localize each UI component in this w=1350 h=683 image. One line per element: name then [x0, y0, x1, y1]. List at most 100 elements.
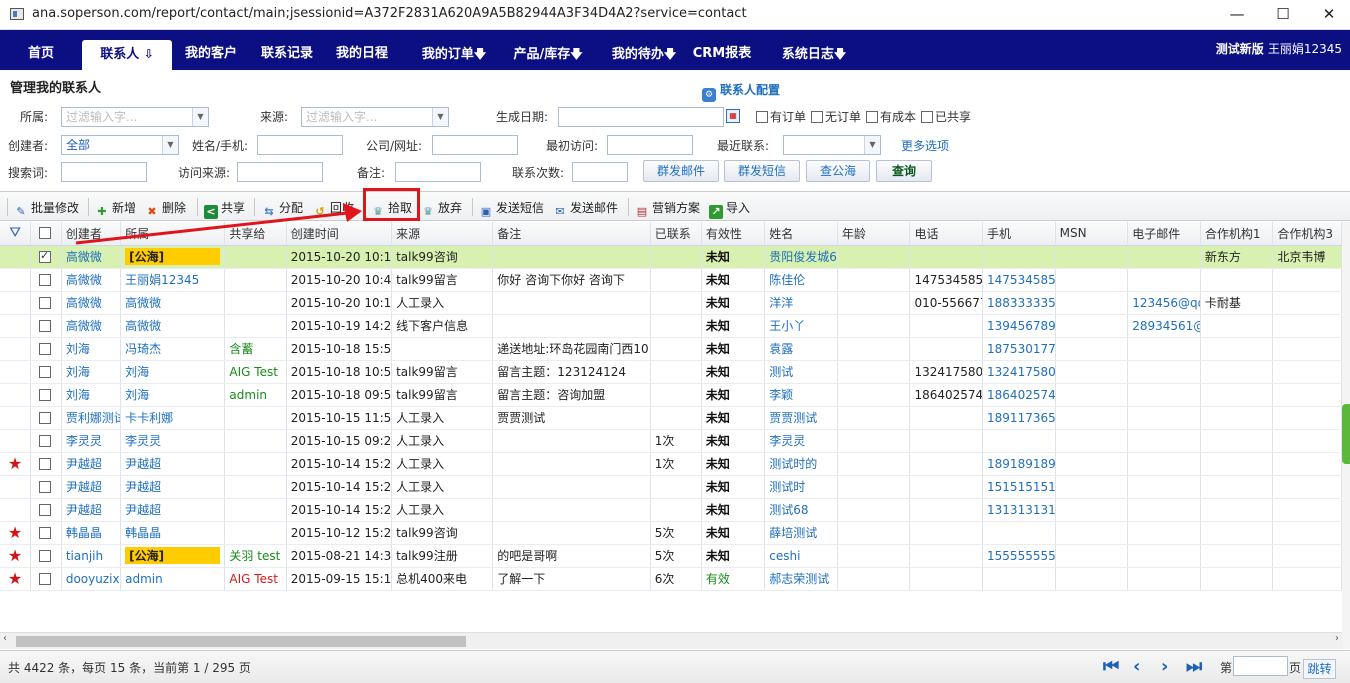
nav-products[interactable]: 产品/库存🡇: [506, 40, 590, 70]
cell-mobile[interactable]: [982, 567, 1056, 591]
col-shared-to[interactable]: 共享给: [224, 222, 287, 246]
cell-email[interactable]: [1127, 429, 1201, 453]
cell-belong[interactable]: admin: [120, 567, 226, 591]
checkbox[interactable]: [39, 227, 51, 240]
scroll-left-icon[interactable]: ‹: [3, 633, 7, 644]
close-window-button[interactable]: ✕: [1314, 4, 1344, 24]
cell-name[interactable]: ceshi: [764, 544, 838, 568]
cell-mobile[interactable]: [982, 245, 1056, 269]
cell-creator[interactable]: 高微微: [61, 268, 122, 292]
col-validity[interactable]: 有效性: [701, 222, 766, 246]
checkbox[interactable]: [39, 572, 51, 585]
row-checkbox[interactable]: [30, 268, 62, 292]
row-checkbox[interactable]: [30, 337, 62, 361]
col-contacted[interactable]: 已联系: [650, 222, 702, 246]
cell-name[interactable]: 贵阳俊发城6: [764, 245, 838, 269]
cell-email[interactable]: [1127, 268, 1201, 292]
cell-name[interactable]: 洋洋: [764, 291, 838, 315]
checkbox[interactable]: [39, 342, 51, 355]
cell-mobile[interactable]: 15151515151: [982, 475, 1056, 499]
minimize-button[interactable]: —: [1222, 4, 1252, 24]
cell-name[interactable]: 郝志荣测试: [764, 567, 838, 591]
more-options-link[interactable]: 更多选项: [901, 137, 949, 154]
nav-my-customers[interactable]: 我的客户: [178, 40, 244, 70]
table-row[interactable]: 高微微[公海] 2015-10-20 10:15talk99咨询 未知贵阳俊发城6 新…: [0, 245, 1342, 269]
col-belong[interactable]: 所属: [120, 222, 226, 246]
cell-mobile[interactable]: [982, 521, 1056, 545]
cell-name[interactable]: 陈佳伦: [764, 268, 838, 292]
remark-input[interactable]: [395, 162, 481, 182]
cell-name[interactable]: 测试时: [764, 475, 838, 499]
select-all-checkbox[interactable]: [30, 222, 62, 246]
table-row[interactable]: ★ tianjih [公海] 关羽 test 2015-08-21 14:36 talk9…: [0, 544, 1342, 568]
cell-mobile[interactable]: 18833333555: [982, 291, 1056, 315]
horizontal-scrollbar[interactable]: ‹ ›: [0, 632, 1342, 649]
row-checkbox[interactable]: [30, 452, 62, 476]
row-checkbox[interactable]: [30, 245, 62, 269]
cell-belong[interactable]: 高微微: [120, 314, 226, 338]
calendar-icon[interactable]: ▦: [726, 109, 740, 123]
belong-filter[interactable]: 过滤输入字... ▼: [61, 107, 209, 127]
mass-sms-button[interactable]: 群发短信: [724, 160, 800, 182]
chevron-down-icon[interactable]: ▼: [192, 108, 208, 126]
cell-creator[interactable]: 刘海: [61, 383, 122, 407]
col-source[interactable]: 来源: [391, 222, 494, 246]
row-checkbox[interactable]: [30, 521, 62, 545]
nav-home[interactable]: 首页: [10, 40, 72, 70]
nav-my-orders[interactable]: 我的订单🡇: [414, 40, 494, 70]
cell-belong[interactable]: 卡卡利娜: [120, 406, 226, 430]
table-row[interactable]: 高微微 高微微 2015-10-19 14:29 线下客户信息 未知 王小丫 1394567…: [0, 314, 1342, 338]
checkbox[interactable]: [39, 526, 51, 539]
cell-email[interactable]: [1127, 521, 1201, 545]
row-checkbox[interactable]: [30, 567, 62, 591]
import-button[interactable]: ↗ 导入: [709, 199, 750, 219]
cell-belong[interactable]: 刘海: [120, 383, 226, 407]
checkbox[interactable]: [39, 249, 51, 263]
checkbox[interactable]: [39, 388, 51, 401]
cell-belong[interactable]: 冯琦杰: [120, 337, 226, 361]
cell-email[interactable]: [1127, 567, 1201, 591]
nav-contacts[interactable]: 联系人 ⇩: [82, 40, 172, 70]
table-row[interactable]: 刘海 冯琦杰 含蓄 2015-10-18 15:55 递送地址:环岛花园南门西10 未知袁…: [0, 337, 1342, 361]
filter-funnel-icon[interactable]: ⛛: [0, 222, 32, 246]
row-checkbox[interactable]: [30, 406, 62, 430]
user-name[interactable]: 王丽娟12345: [1268, 42, 1342, 56]
scroll-right-icon[interactable]: ›: [1335, 633, 1339, 644]
cell-belong[interactable]: 王丽娟12345: [120, 268, 226, 292]
cell-email[interactable]: [1127, 337, 1201, 361]
row-checkbox[interactable]: [30, 291, 62, 315]
company-input[interactable]: [432, 135, 518, 155]
last-page-icon[interactable]: ⏭: [1186, 656, 1202, 677]
cell-mobile[interactable]: 18911736520: [982, 406, 1056, 430]
col-creator[interactable]: 创建者: [61, 222, 122, 246]
marketing-plan-button[interactable]: ▤ 营销方案: [635, 199, 700, 219]
visit-source-input[interactable]: [237, 162, 323, 182]
filter-no-order[interactable]: 无订单: [811, 108, 861, 125]
nav-my-todos[interactable]: 我的待办🡇: [604, 40, 684, 70]
table-row[interactable]: 刘海 刘海 admin 2015-10-18 09:51 talk99留言 留言主题：咨询…: [0, 383, 1342, 407]
cell-email[interactable]: [1127, 245, 1201, 269]
cell-mobile[interactable]: 13945678912: [982, 314, 1056, 338]
cell-email[interactable]: [1127, 406, 1201, 430]
row-checkbox[interactable]: [30, 314, 62, 338]
col-phone[interactable]: 电话: [909, 222, 984, 246]
cell-belong[interactable]: 尹越超: [120, 498, 226, 522]
row-checkbox[interactable]: [30, 429, 62, 453]
cell-creator[interactable]: 高微微: [61, 291, 122, 315]
col-org1[interactable]: 合作机构1: [1200, 222, 1274, 246]
checkbox[interactable]: [866, 111, 878, 123]
table-row[interactable]: ★ dooyuzixuanadminAIG Test2015-09-15 15:1…: [0, 567, 1342, 591]
row-checkbox[interactable]: [30, 544, 62, 568]
jump-button[interactable]: 跳转: [1303, 659, 1336, 679]
cell-mobile[interactable]: 15555555555: [982, 544, 1056, 568]
send-sms-button[interactable]: ▣ 发送短信: [479, 199, 544, 219]
cell-email[interactable]: [1127, 383, 1201, 407]
share-button[interactable]: < 共享: [204, 199, 245, 219]
cell-name[interactable]: 测试68: [764, 498, 838, 522]
query-button[interactable]: 查询: [876, 160, 932, 182]
cell-mobile[interactable]: 18918918918: [982, 452, 1056, 476]
cell-email[interactable]: 123456@qq.com: [1127, 291, 1201, 315]
table-row[interactable]: ★ 尹越超 尹越超 2015-10-14 15:28 人工录入 1次 未知 测试时的 18918…: [0, 452, 1342, 476]
checkbox[interactable]: [39, 319, 51, 332]
checkbox[interactable]: [39, 549, 51, 562]
